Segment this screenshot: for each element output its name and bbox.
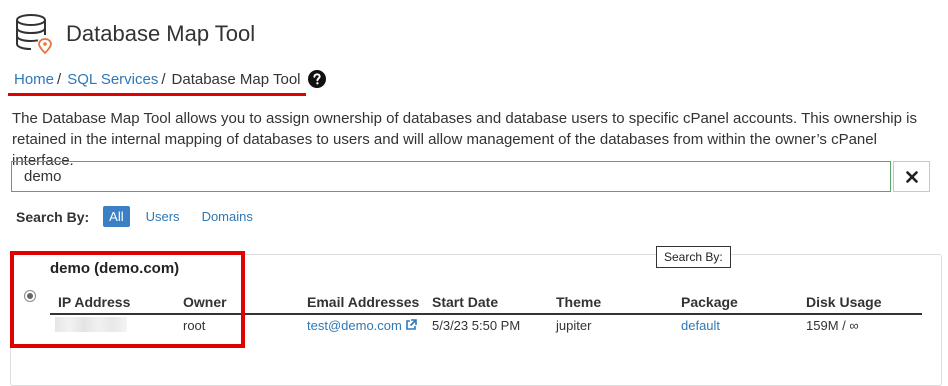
package-link[interactable]: default: [681, 318, 720, 333]
breadcrumb-sql-services[interactable]: SQL Services: [67, 71, 158, 88]
annotation-highlight-box: [10, 251, 245, 348]
start-date-cell: 5/3/23 5:50 PM: [432, 318, 521, 333]
email-cell: test@demo.com: [307, 318, 417, 333]
breadcrumb-separator: /: [161, 70, 166, 88]
breadcrumb-home[interactable]: Home: [14, 71, 54, 88]
email-link[interactable]: test@demo.com: [307, 318, 402, 333]
search-field: [11, 161, 891, 192]
column-header-email: Email Addresses: [307, 294, 420, 310]
page-header: Database Map Tool: [14, 12, 255, 56]
annotation-underline: [8, 93, 306, 96]
search-by-domains[interactable]: Domains: [196, 206, 259, 227]
search-by-filter: Search By: All Users Domains: [16, 206, 269, 227]
column-header-package: Package: [681, 294, 738, 310]
search-by-label: Search By:: [16, 208, 90, 225]
clear-search-button[interactable]: [893, 161, 930, 192]
page-title: Database Map Tool: [66, 21, 256, 46]
breadcrumb-current: Database Map Tool: [171, 70, 301, 88]
column-header-disk-usage: Disk Usage: [806, 294, 882, 310]
package-cell: default: [681, 318, 720, 333]
question-circle-icon[interactable]: [307, 70, 326, 88]
disk-usage-cell: 159M / ∞: [806, 318, 859, 333]
external-link-icon[interactable]: [405, 319, 417, 331]
search-by-all[interactable]: All: [103, 206, 130, 227]
column-header-theme: Theme: [556, 294, 602, 310]
breadcrumb: Home / SQL Services / Database Map Tool: [14, 70, 326, 88]
search-by-users[interactable]: Users: [140, 206, 186, 227]
column-header-start-date: Start Date: [432, 294, 499, 310]
close-icon: [905, 170, 918, 183]
breadcrumb-separator: /: [57, 70, 62, 88]
search-input[interactable]: [12, 162, 890, 191]
search-by-tooltip: Search By:: [656, 246, 731, 268]
theme-cell: jupiter: [556, 318, 592, 333]
database-map-icon: [16, 14, 52, 55]
